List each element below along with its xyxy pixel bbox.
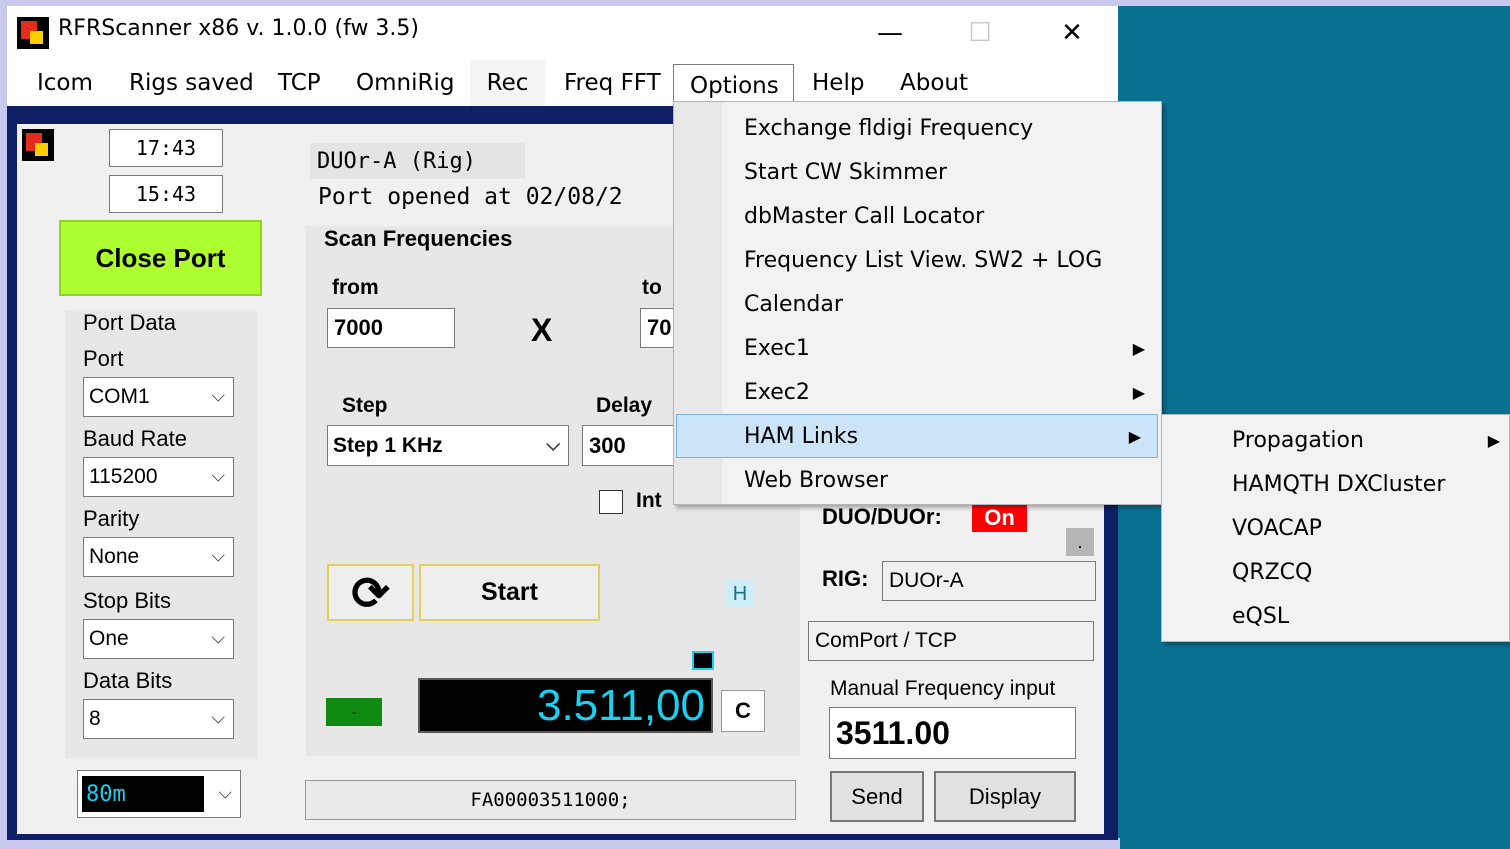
submenu-item-hamqth[interactable]: HAMQTH DXCluster <box>1162 462 1510 506</box>
rig-field: DUOr-A <box>882 561 1096 601</box>
band-select-value: 80m <box>82 776 204 812</box>
time-display-utc: 15:43 <box>109 175 223 213</box>
menu-help[interactable]: Help <box>812 60 864 106</box>
window-title: RFRScanner x86 v. 1.0.0 (fw 3.5) <box>58 16 420 41</box>
stop-bits-label: Stop Bits <box>83 588 172 613</box>
dot-button[interactable]: . <box>1066 528 1094 556</box>
menu-freq-fft[interactable]: Freq FFT <box>564 60 661 106</box>
stop-bits-select[interactable]: One ⌵ <box>83 619 234 659</box>
desktop-frame-left <box>0 0 7 849</box>
menu-item-frequency-list[interactable]: Frequency List View. SW2 + LOG <box>674 238 1161 282</box>
menu-options[interactable]: Options <box>673 64 794 106</box>
parity-select[interactable]: None ⌵ <box>83 537 234 577</box>
rig-name-label: DUOr-A (Rig) <box>310 143 525 179</box>
menu-item-exec1-label: Exec1 <box>744 335 810 361</box>
comport-field: ComPort / TCP <box>808 621 1094 661</box>
submenu-arrow-icon: ▶ <box>1487 430 1500 450</box>
menu-tcp[interactable]: TCP <box>278 60 321 106</box>
port-opened-status: Port opened at 02/08/2 <box>318 184 623 210</box>
from-label: from <box>332 276 379 299</box>
close-port-button[interactable]: Close Port <box>59 220 262 296</box>
command-field: FA00003511000; <box>305 780 796 820</box>
frequency-display: 3.511,00 <box>418 678 713 733</box>
parity-label: Parity <box>83 506 140 531</box>
minus-button[interactable]: - <box>326 698 382 726</box>
chevron-down-icon: ⌵ <box>211 465 225 486</box>
delay-label: Delay <box>596 394 653 417</box>
menu-about[interactable]: About <box>900 60 968 106</box>
menu-rigs-saved[interactable]: Rigs saved <box>129 60 254 106</box>
baud-label: Baud Rate <box>83 426 187 451</box>
scan-frequencies-title: Scan Frequencies <box>324 226 513 251</box>
manual-frequency-input[interactable]: 3511.00 <box>829 707 1076 759</box>
band-select[interactable]: 80m ⌵ <box>77 770 241 818</box>
menu-item-start-cw-skimmer[interactable]: Start CW Skimmer <box>674 150 1161 194</box>
display-button[interactable]: Display <box>934 771 1076 822</box>
step-label: Step <box>342 394 388 417</box>
swap-x-button[interactable]: X <box>531 312 552 349</box>
menu-item-exec2-label: Exec2 <box>744 379 810 405</box>
data-bits-select[interactable]: 8 ⌵ <box>83 699 234 739</box>
duo-label: DUO/DUOr: <box>822 504 942 529</box>
menu-item-dbmaster[interactable]: dbMaster Call Locator <box>674 194 1161 238</box>
stop-bits-select-value: One <box>89 627 129 650</box>
submenu-item-propagation-label: Propagation <box>1232 427 1364 453</box>
submenu-item-propagation[interactable]: Propagation ▶ <box>1162 418 1510 462</box>
submenu-arrow-icon: ▶ <box>1128 426 1141 446</box>
indicator-square <box>692 651 714 670</box>
step-select[interactable]: Step 1 KHz ⌵ <box>327 425 569 466</box>
h-button[interactable]: H <box>726 580 754 608</box>
submenu-item-voacap[interactable]: VOACAP <box>1162 506 1510 550</box>
chevron-down-icon: ⌵ <box>211 385 225 406</box>
menu-item-exec1[interactable]: Exec1 ▶ <box>674 326 1161 370</box>
close-window-button[interactable]: ✕ <box>1026 6 1118 60</box>
step-select-value: Step 1 KHz <box>333 433 443 457</box>
baud-select-value: 115200 <box>89 465 158 488</box>
chevron-down-icon: ⌵ <box>211 627 225 648</box>
panel-logo-icon <box>22 129 54 161</box>
delay-input[interactable]: 300 <box>582 425 673 466</box>
submenu-arrow-icon: ▶ <box>1132 382 1145 402</box>
data-bits-label: Data Bits <box>83 668 173 693</box>
chevron-down-icon: ⌵ <box>211 545 225 566</box>
int-checkbox[interactable] <box>599 490 623 514</box>
int-label: Int <box>636 489 662 512</box>
manual-frequency-label: Manual Frequency input <box>830 677 1056 700</box>
menu-omnirig[interactable]: OmniRig <box>356 60 454 106</box>
duo-status-badge: On <box>972 504 1027 532</box>
c-button[interactable]: C <box>721 690 765 732</box>
menu-item-web-browser[interactable]: Web Browser <box>674 458 1161 502</box>
chevron-down-icon: ⌵ <box>218 782 232 803</box>
baud-select[interactable]: 115200 ⌵ <box>83 457 234 497</box>
menu-rec[interactable]: Rec <box>470 60 545 106</box>
menu-icom[interactable]: Icom <box>37 60 93 106</box>
submenu-item-qrzcq[interactable]: QRZCQ <box>1162 550 1510 594</box>
submenu-item-eqsl[interactable]: eQSL <box>1162 594 1510 638</box>
chevron-down-icon: ⌵ <box>211 707 225 728</box>
menu-item-exec2[interactable]: Exec2 ▶ <box>674 370 1161 414</box>
menu-item-exchange-fldigi[interactable]: Exchange fldigi Frequency <box>674 106 1161 150</box>
menu-item-calendar[interactable]: Calendar <box>674 282 1161 326</box>
maximize-button[interactable]: ☐ <box>934 6 1026 60</box>
start-button[interactable]: Start <box>419 564 600 621</box>
refresh-icon[interactable]: ⟳ <box>327 564 414 621</box>
app-logo-icon <box>17 17 49 49</box>
send-button[interactable]: Send <box>830 771 924 822</box>
submenu-arrow-icon: ▶ <box>1132 338 1145 358</box>
time-display-local: 17:43 <box>109 129 223 167</box>
from-input[interactable]: 7000 <box>327 308 455 348</box>
port-label: Port <box>83 346 124 371</box>
port-data-title: Port Data <box>83 310 176 335</box>
port-select-value: COM1 <box>89 385 150 408</box>
menu-item-ham-links-label: HAM Links <box>744 423 859 449</box>
minimize-button[interactable]: — <box>844 6 936 60</box>
data-bits-select-value: 8 <box>89 707 101 730</box>
port-select[interactable]: COM1 ⌵ <box>83 377 234 417</box>
rig-label: RIG: <box>822 566 869 591</box>
chevron-down-icon: ⌵ <box>546 433 560 454</box>
to-label: to <box>642 276 662 299</box>
to-input[interactable]: 70 <box>640 308 673 348</box>
parity-select-value: None <box>89 545 140 568</box>
menu-item-ham-links[interactable]: HAM Links ▶ <box>676 414 1158 458</box>
